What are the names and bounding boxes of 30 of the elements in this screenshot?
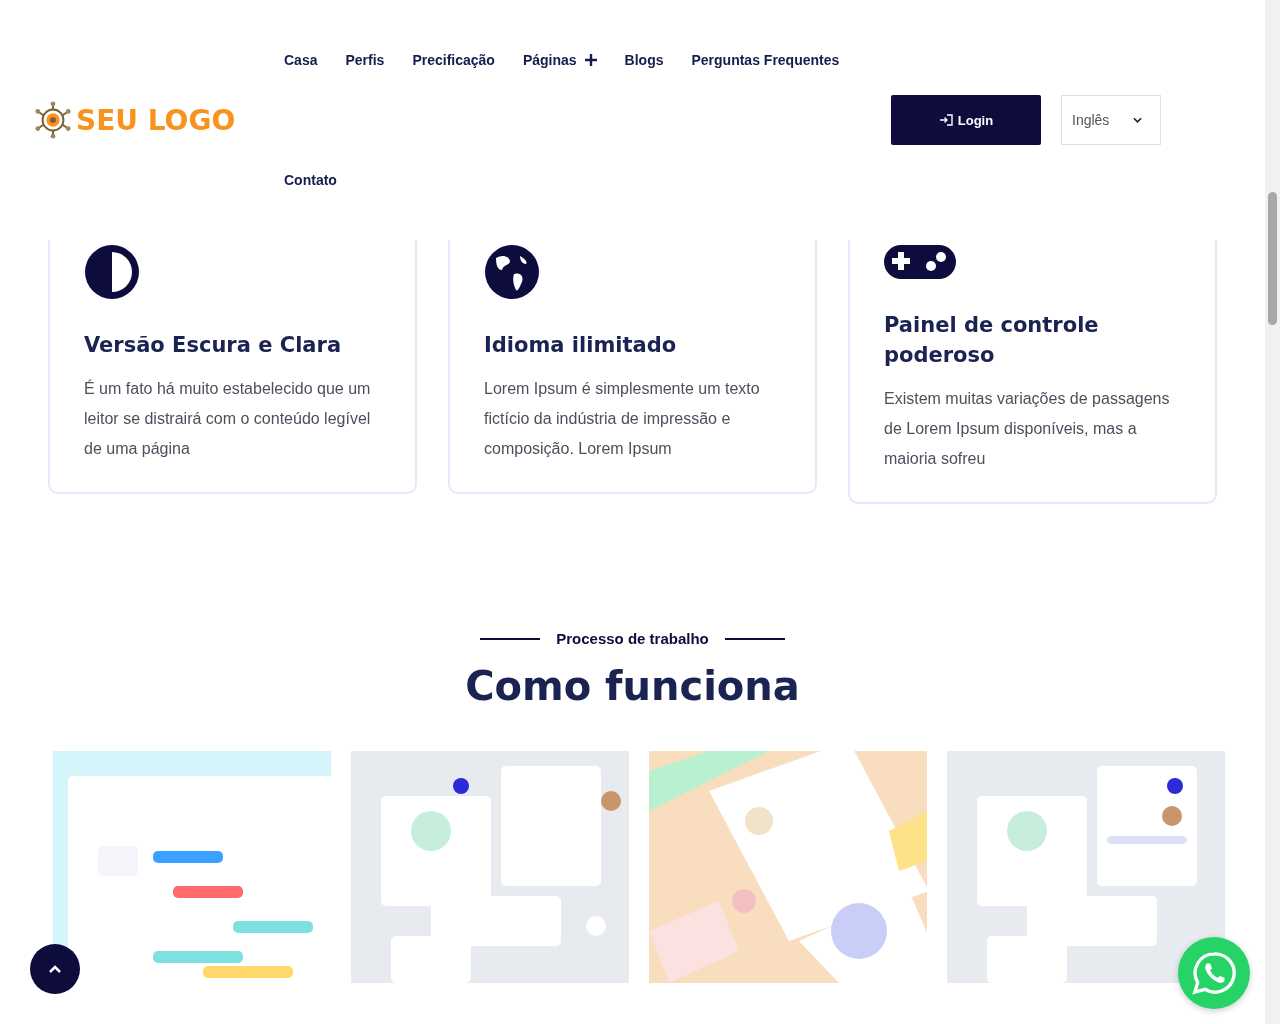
section-title: Como funciona xyxy=(465,662,800,711)
plus-icon xyxy=(584,54,597,66)
chevron-up-icon xyxy=(49,965,61,973)
nav-link[interactable]: Contato xyxy=(284,170,337,190)
scrollbar[interactable] xyxy=(1265,0,1280,1024)
feature-description: É um fato há muito estabelecido que um leitor se distrairá com o conteúdo legível de uma página xyxy=(84,378,372,459)
nav-link[interactable]: Casa xyxy=(284,50,318,70)
whatsapp-button[interactable] xyxy=(1178,937,1250,1009)
nav-link[interactable]: Perguntas Frequentes xyxy=(691,50,840,70)
logo-text: SEU LOGO xyxy=(76,103,236,137)
language-select[interactable]: Inglês xyxy=(1061,95,1161,145)
chat-phone-icon xyxy=(1191,950,1237,996)
feature-title: Versão Escura e Clara xyxy=(84,332,343,359)
logo-icon xyxy=(34,101,72,139)
feature-title: Painel de controle poderoso xyxy=(884,312,1100,369)
nav-link[interactable]: Precificação xyxy=(412,50,495,70)
chevron-down-icon xyxy=(1133,117,1142,123)
section-eyebrow: Processo de trabalho xyxy=(556,630,709,647)
sign-in-icon xyxy=(938,114,953,126)
login-button[interactable]: Login xyxy=(891,95,1041,145)
globe-icon xyxy=(484,244,540,300)
nav-link[interactable]: Perfis xyxy=(345,50,385,70)
feature-description: Existem muitas variações de passagens de Lorem Ipsum disponíveis, mas a maioria sofreu xyxy=(884,389,1171,469)
scroll-top-button[interactable] xyxy=(30,944,80,994)
contrast-icon xyxy=(84,244,140,300)
nav-link[interactable]: Blogs xyxy=(624,50,664,70)
feature-description: Lorem Ipsum é simplesmente um texto fictício da indústria de impressão e composição. Lorem Ipsum xyxy=(484,379,761,459)
feature-title: Idioma ilimitado xyxy=(484,332,678,359)
nav-link[interactable]: Páginas xyxy=(522,50,597,70)
gamepad-icon xyxy=(884,244,956,280)
